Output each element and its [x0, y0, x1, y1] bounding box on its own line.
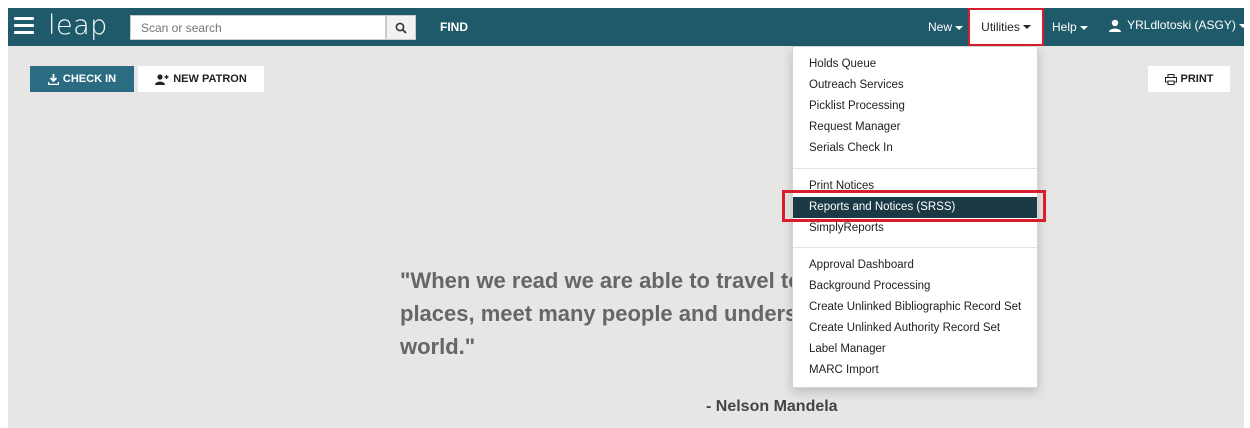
- main-content: CHECK IN NEW PATRON PRINT "When we read …: [8, 46, 1244, 428]
- menu-item-outreach-services[interactable]: Outreach Services: [793, 75, 1037, 96]
- menu-item-create-unlinked-bib-record-set[interactable]: Create Unlinked Bibliographic Record Set: [793, 297, 1037, 318]
- menu-item-request-manager[interactable]: Request Manager: [793, 117, 1037, 138]
- printer-icon: [1164, 73, 1177, 85]
- quote-author: - Nelson Mandela: [706, 398, 838, 415]
- menu-item-label-manager[interactable]: Label Manager: [793, 339, 1037, 360]
- utilities-dropdown: Holds Queue Outreach Services Picklist P…: [792, 46, 1038, 388]
- menu-item-print-notices[interactable]: Print Notices: [793, 176, 1037, 197]
- top-navbar: leap FIND New Utilities Help YRLdlotoski…: [8, 8, 1247, 46]
- check-in-label: CHECK IN: [62, 73, 117, 85]
- search-button[interactable]: [386, 15, 416, 40]
- help-menu[interactable]: Help: [1052, 20, 1088, 34]
- caret-down-icon: [1022, 25, 1031, 29]
- new-menu-label: New: [928, 20, 953, 34]
- menu-item-simplyreports[interactable]: SimplyReports: [793, 218, 1037, 239]
- user-icon: [1109, 20, 1121, 33]
- menu-item-marc-import[interactable]: MARC Import: [793, 360, 1037, 381]
- menu-item-background-processing[interactable]: Background Processing: [793, 276, 1037, 297]
- menu-item-holds-queue[interactable]: Holds Queue: [793, 54, 1037, 75]
- download-icon: [47, 73, 59, 85]
- caret-down-icon: [1238, 23, 1247, 28]
- menu-item-reports-and-notices[interactable]: Reports and Notices (SRSS): [793, 197, 1037, 218]
- new-patron-button[interactable]: NEW PATRON: [138, 66, 264, 92]
- user-menu[interactable]: YRLdlotoski (ASGY): [1108, 18, 1247, 33]
- menu-item-create-unlinked-authority-record-set[interactable]: Create Unlinked Authority Record Set: [793, 318, 1037, 339]
- menu-item-serials-check-in[interactable]: Serials Check In: [793, 138, 1037, 159]
- hamburger-menu-icon[interactable]: [14, 17, 34, 35]
- new-patron-label: NEW PATRON: [173, 73, 247, 85]
- utilities-menu-label: Utilities: [981, 20, 1020, 34]
- menu-divider: [793, 247, 1037, 248]
- check-in-button[interactable]: CHECK IN: [30, 66, 134, 92]
- app-logo[interactable]: leap: [48, 10, 108, 41]
- search-input[interactable]: [130, 15, 386, 40]
- user-menu-label: YRLdlotoski (ASGY): [1127, 18, 1236, 32]
- new-menu[interactable]: New: [928, 20, 964, 34]
- menu-divider: [793, 168, 1037, 169]
- print-label: PRINT: [1180, 73, 1214, 85]
- add-user-icon: [155, 73, 169, 85]
- utilities-menu[interactable]: Utilities: [968, 8, 1044, 46]
- search-icon: [395, 22, 407, 34]
- print-button[interactable]: PRINT: [1148, 66, 1230, 92]
- find-button[interactable]: FIND: [440, 20, 468, 34]
- menu-item-picklist-processing[interactable]: Picklist Processing: [793, 96, 1037, 117]
- menu-item-approval-dashboard[interactable]: Approval Dashboard: [793, 255, 1037, 276]
- caret-down-icon: [955, 25, 964, 30]
- help-menu-label: Help: [1052, 20, 1077, 34]
- caret-down-icon: [1079, 25, 1088, 30]
